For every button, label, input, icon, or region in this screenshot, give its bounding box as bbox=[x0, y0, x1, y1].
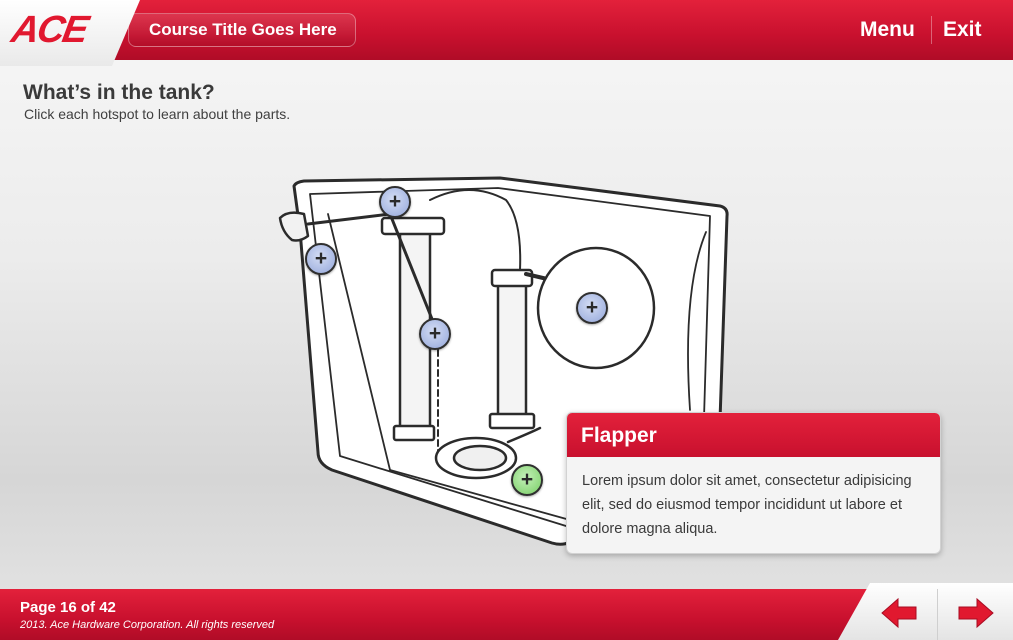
page-instruction: Click each hotspot to learn about the pa… bbox=[24, 106, 291, 122]
copyright-text: 2013. Ace Hardware Corporation. All righ… bbox=[20, 619, 275, 631]
previous-page-button[interactable] bbox=[880, 597, 920, 633]
ace-logo: ACE bbox=[8, 9, 90, 51]
header-divider bbox=[931, 16, 932, 44]
plus-icon: + bbox=[585, 296, 599, 319]
course-title: Course Title Goes Here bbox=[128, 13, 356, 47]
page-counter: Page 16 of 42 bbox=[20, 599, 116, 616]
info-panel-title: Flapper bbox=[567, 413, 940, 457]
hotspot-float[interactable]: + bbox=[576, 292, 608, 324]
right-arrow-icon bbox=[958, 597, 994, 629]
info-panel-body: Lorem ipsum dolor sit amet, consectetur … bbox=[582, 473, 912, 537]
next-page-button[interactable] bbox=[955, 597, 995, 633]
plus-icon: + bbox=[388, 190, 402, 213]
hotspot-lift-chain[interactable]: + bbox=[419, 318, 451, 350]
left-arrow-icon bbox=[881, 597, 917, 629]
hotspot-refill-tube[interactable]: + bbox=[379, 186, 411, 218]
info-panel: Flapper Lorem ipsum dolor sit amet, cons… bbox=[566, 412, 941, 554]
plus-icon: + bbox=[428, 322, 442, 345]
plus-icon: + bbox=[314, 247, 328, 270]
exit-button[interactable]: Exit bbox=[943, 14, 1003, 46]
hotspot-handle[interactable]: + bbox=[305, 243, 337, 275]
hotspot-flapper[interactable]: + bbox=[511, 464, 543, 496]
nav-divider bbox=[937, 589, 938, 640]
page-heading: What’s in the tank? bbox=[23, 81, 215, 104]
header-bar: Course Title Goes Here Menu Exit bbox=[0, 0, 1013, 60]
plus-icon: + bbox=[520, 468, 534, 491]
menu-button[interactable]: Menu bbox=[860, 14, 930, 46]
